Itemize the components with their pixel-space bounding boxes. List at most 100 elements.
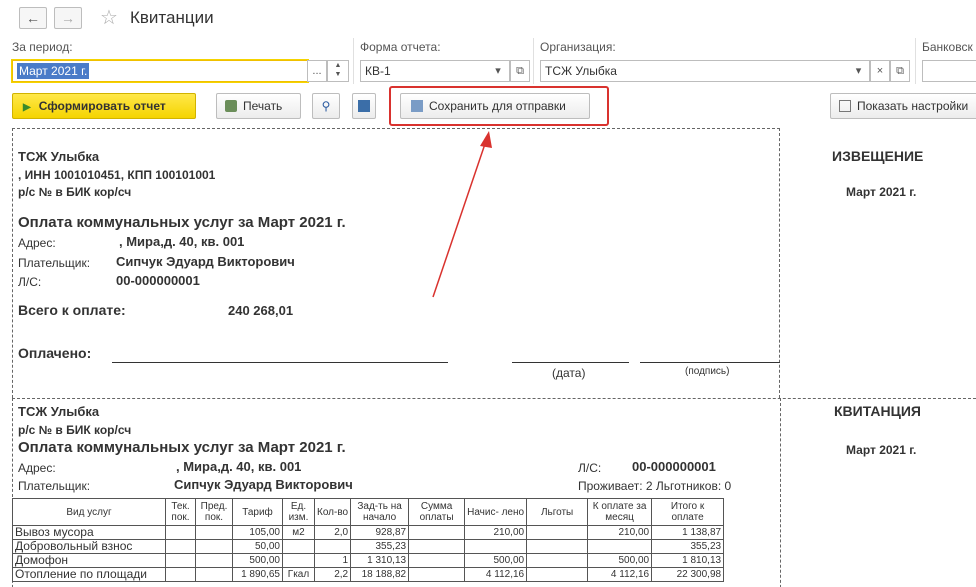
table-cell: 500,00 (464, 553, 528, 568)
period-label: За период: (12, 40, 73, 54)
back-button[interactable]: ← (19, 7, 47, 29)
table-row: Добровольный взнос 50,00 355,23 355,23 (12, 539, 725, 554)
receipt-payer-value: Сипчук Эдуард Викторович (174, 477, 353, 492)
table-cell (526, 525, 589, 540)
print-label: Печать (243, 99, 283, 113)
receipt-address-value: , Мира,д. 40, кв. 001 (176, 459, 302, 474)
table-cell: 4 112,16 (587, 567, 653, 582)
arrow-left-icon: ← (26, 10, 40, 26)
table-cell (195, 553, 233, 568)
table-cell: Добровольный взнос (12, 539, 166, 554)
table-cell: 2,2 (313, 567, 352, 582)
org-dropdown-button[interactable]: ▾ (848, 60, 870, 82)
table-row: Домофон 500,00 1 1 310,13 500,00 500,00 … (12, 553, 725, 568)
bank-select[interactable] (922, 60, 976, 82)
table-cell: 500,00 (232, 553, 283, 568)
save-send-icon (411, 100, 423, 112)
table-cell: 210,00 (587, 525, 653, 540)
org-clear-button[interactable]: × (870, 60, 890, 82)
report-document: ТСЖ Улыбка , ИНН 1001010451, КПП 1001010… (12, 128, 976, 587)
notice-total-value: 240 268,01 (228, 303, 294, 318)
period-input[interactable]: Март 2021 г. (12, 60, 308, 82)
show-settings-button[interactable]: Показать настройки (830, 93, 976, 119)
table-header-cell: Вид услуг (12, 498, 166, 526)
receipt-side-title: КВИТАНЦИЯ (834, 403, 921, 419)
table-header-cell: Ед. изм. (282, 498, 315, 526)
receipt-account: р/с № в БИК кор/сч (18, 423, 132, 437)
generate-report-button[interactable]: ▶ Сформировать отчет (12, 93, 196, 119)
org-label: Организация: (540, 40, 616, 54)
receipt-side-period: Март 2021 г. (846, 443, 917, 457)
forward-button[interactable]: → (54, 7, 82, 29)
form-dropdown-button[interactable]: ▾ (487, 60, 510, 82)
notice-date-label: (дата) (552, 366, 586, 380)
table-cell (165, 567, 196, 582)
table-cell: 1 890,65 (232, 567, 283, 582)
table-cell (408, 525, 466, 540)
table-header-cell: Льготы (526, 498, 589, 526)
table-cell: Гкал (282, 567, 315, 582)
table-cell: 1 (313, 553, 352, 568)
notice-address-label: Адрес: (18, 236, 56, 250)
table-cell (408, 539, 466, 554)
table-cell (195, 567, 233, 582)
save-for-send-label: Сохранить для отправки (429, 99, 566, 113)
notice-total-label: Всего к оплате: (18, 302, 126, 318)
table-header-cell: Зад-ть на начало (350, 498, 410, 526)
table-row: Вывоз мусора 105,00 м2 2,0 928,87 210,00… (12, 525, 725, 540)
org-value: ТСЖ Улыбка (545, 64, 617, 78)
form-open-button[interactable]: ⧉ (510, 60, 530, 82)
open-window-icon: ⧉ (896, 65, 904, 77)
close-icon: × (876, 65, 884, 77)
table-cell: 928,87 (350, 525, 410, 540)
table-cell: 210,00 (464, 525, 528, 540)
table-cell (165, 539, 196, 554)
table-cell (165, 525, 196, 540)
period-select-button[interactable]: ... (307, 60, 327, 82)
table-header-cell: Итого к оплате (651, 498, 725, 526)
table-cell (464, 539, 528, 554)
notice-ls-label: Л/С: (18, 275, 42, 289)
table-cell: 1 138,87 (651, 525, 725, 540)
table-header-cell: Тариф (232, 498, 283, 526)
table-header-row: Вид услуг Тек. пок. Пред. пок. Тариф Ед.… (12, 498, 725, 526)
table-cell (526, 567, 589, 582)
arrow-right-icon: → (61, 10, 75, 26)
table-cell (282, 553, 315, 568)
period-spinner[interactable]: ▲ ▼ (327, 60, 349, 82)
table-cell (408, 567, 466, 582)
bank-label: Банковск (922, 40, 973, 54)
notice-sign-label: (подпись) (685, 366, 730, 377)
table-cell: 2,0 (313, 525, 352, 540)
table-header-cell: Кол-во (313, 498, 352, 526)
table-cell (195, 539, 233, 554)
notice-payment-title: Оплата коммунальных услуг за Март 2021 г… (18, 214, 346, 231)
table-cell: Домофон (12, 553, 166, 568)
form-label: Форма отчета: (360, 40, 441, 54)
save-for-send-button[interactable]: Сохранить для отправки (400, 93, 590, 119)
favorite-star-icon[interactable]: ☆ (100, 5, 118, 30)
receipt-ls-label: Л/С: (578, 461, 602, 475)
receipt-ls-value: 00-000000001 (632, 459, 716, 474)
table-header-cell: Пред. пок. (195, 498, 233, 526)
org-select[interactable]: ТСЖ Улыбка (540, 60, 870, 82)
table-cell: 50,00 (232, 539, 283, 554)
form-value: КВ-1 (365, 64, 391, 78)
notice-payer-label: Плательщик: (18, 256, 91, 270)
receipt-address-label: Адрес: (18, 461, 56, 475)
save-button[interactable] (352, 93, 376, 119)
table-cell: 18 188,82 (350, 567, 410, 582)
table-cell (313, 539, 352, 554)
table-row: Отопление по площади 1 890,65 Гкал 2,2 1… (12, 567, 725, 582)
chevron-down-icon: ▾ (855, 65, 862, 77)
table-cell (195, 525, 233, 540)
table-cell: 105,00 (232, 525, 283, 540)
table-cell: 1 310,13 (350, 553, 410, 568)
org-open-button[interactable]: ⧉ (890, 60, 910, 82)
table-cell (165, 553, 196, 568)
notice-org: ТСЖ Улыбка (18, 149, 100, 164)
preview-button[interactable]: ⚲ (312, 93, 340, 119)
table-cell: 22 300,98 (651, 567, 725, 582)
print-button[interactable]: Печать (216, 93, 301, 119)
page-title: Квитанции (130, 8, 214, 27)
